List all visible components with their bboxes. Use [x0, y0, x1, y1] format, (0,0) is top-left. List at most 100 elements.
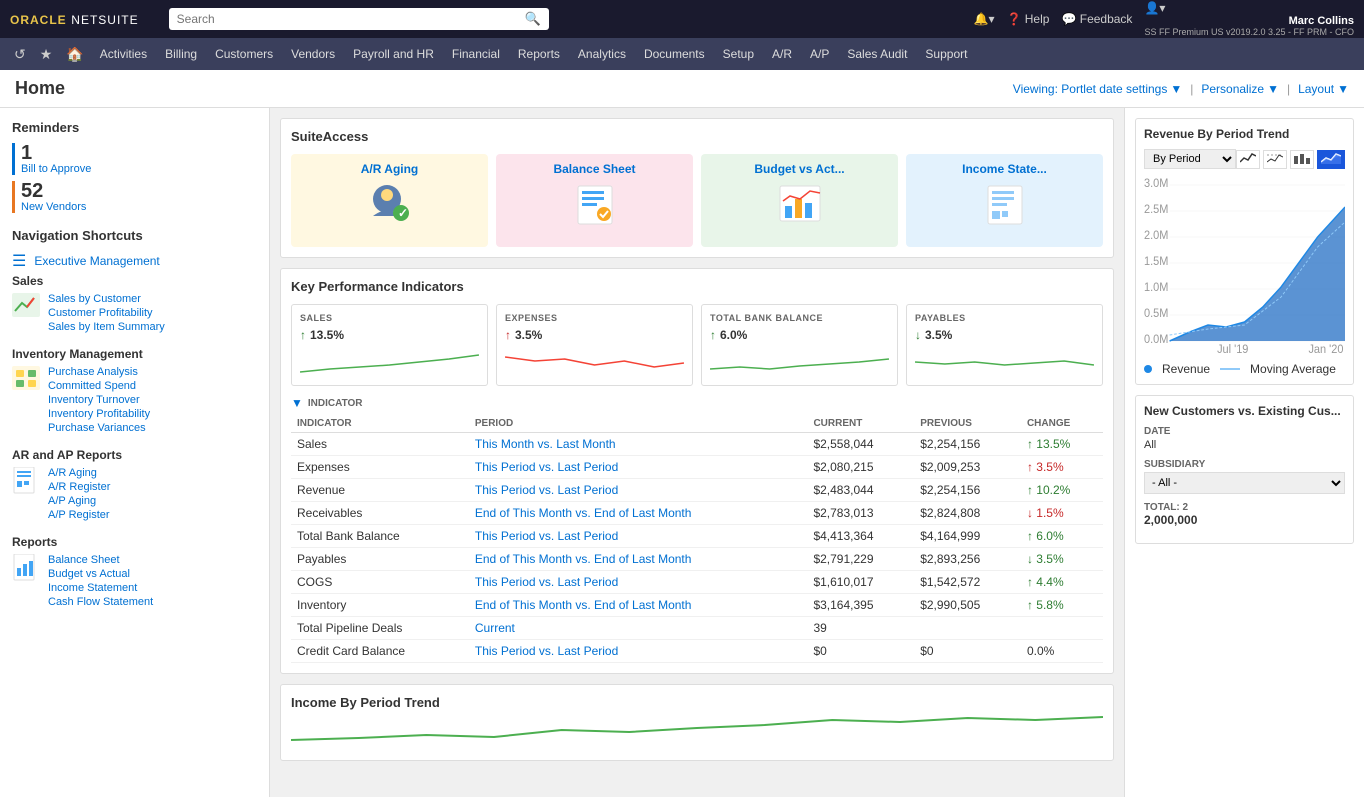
nav-sales-audit[interactable]: Sales Audit — [839, 38, 915, 70]
cash-flow-link[interactable]: Cash Flow Statement — [48, 596, 153, 608]
inventory-profitability-link[interactable]: Inventory Profitability — [48, 408, 150, 420]
income-statement-link[interactable]: Income Statement — [48, 582, 153, 594]
income-trend-section: Income By Period Trend — [280, 684, 1114, 761]
cell-period[interactable]: This Period vs. Last Period — [469, 640, 808, 663]
nav-bar: ↺ ★ 🏠 Activities Billing Customers Vendo… — [0, 38, 1364, 70]
nav-analytics[interactable]: Analytics — [570, 38, 634, 70]
exec-management-link[interactable]: ☰ Executive Management — [12, 251, 257, 271]
cell-current: $3,164,395 — [807, 594, 914, 617]
ap-aging-link[interactable]: A/P Aging — [48, 495, 110, 507]
cell-period[interactable]: End of This Month vs. End of Last Month — [469, 548, 808, 571]
svg-text:2.0M: 2.0M — [1144, 230, 1168, 243]
reminder-2-link[interactable]: New Vendors — [21, 201, 257, 213]
history-icon[interactable]: ↺ — [8, 46, 32, 63]
reminder-1-link[interactable]: Bill to Approve — [21, 163, 257, 175]
svg-text:Jan '20: Jan '20 — [1308, 344, 1343, 357]
suite-cards: A/R Aging ✓ Balance Sheet — [291, 154, 1103, 247]
cell-period[interactable]: End of This Month vs. End of Last Month — [469, 502, 808, 525]
kpi-section: Key Performance Indicators SALES ↑ 13.5% — [280, 268, 1114, 674]
ar-aging-link[interactable]: A/R Aging — [48, 467, 110, 479]
home-icon[interactable]: 🏠 — [60, 46, 89, 63]
purchase-variances-link[interactable]: Purchase Variances — [48, 422, 150, 434]
user-menu[interactable]: 👤▾ Marc Collins SS FF Premium US v2019.2… — [1144, 1, 1354, 37]
expenses-sparkline — [505, 347, 684, 377]
favorites-icon[interactable]: ★ — [34, 46, 59, 63]
nav-activities[interactable]: Activities — [92, 38, 155, 70]
cell-period[interactable]: This Period vs. Last Period — [469, 456, 808, 479]
help-link[interactable]: ❓ Help — [1006, 12, 1049, 26]
nav-vendors[interactable]: Vendors — [283, 38, 343, 70]
nav-support[interactable]: Support — [917, 38, 975, 70]
nav-ap[interactable]: A/P — [802, 38, 837, 70]
nav-documents[interactable]: Documents — [636, 38, 713, 70]
cell-current: $1,610,017 — [807, 571, 914, 594]
subsidiary-select[interactable]: - All - — [1144, 472, 1345, 494]
inventory-turnover-link[interactable]: Inventory Turnover — [48, 394, 150, 406]
suite-card-income[interactable]: Income State... — [906, 154, 1103, 247]
subsidiary-field: SUBSIDIARY - All - — [1144, 459, 1345, 494]
cell-period[interactable]: This Period vs. Last Period — [469, 571, 808, 594]
feedback-link[interactable]: 💬 Feedback — [1061, 12, 1132, 26]
area-chart-icon[interactable] — [1236, 150, 1260, 169]
search-box[interactable]: 🔍 — [169, 8, 549, 30]
kpi-title: Key Performance Indicators — [291, 279, 1103, 294]
kpi-card-bank: TOTAL BANK BALANCE ↑ 6.0% — [701, 304, 898, 386]
svg-text:✓: ✓ — [398, 206, 408, 220]
nav-customers[interactable]: Customers — [207, 38, 281, 70]
ap-register-link[interactable]: A/P Register — [48, 509, 110, 521]
cell-period[interactable]: End of This Month vs. End of Last Month — [469, 594, 808, 617]
line-chart-icon[interactable] — [1263, 150, 1287, 169]
purchase-analysis-link[interactable]: Purchase Analysis — [48, 366, 150, 378]
filter-icon[interactable]: ▼ — [291, 396, 303, 410]
income-trend-chart-placeholder — [291, 710, 1103, 750]
cell-current: $2,483,044 — [807, 479, 914, 502]
cell-previous: $4,164,999 — [914, 525, 1021, 548]
balance-sheet-card-icon — [570, 181, 620, 234]
bar-chart-icon[interactable] — [1290, 150, 1314, 169]
cell-period[interactable]: Current — [469, 617, 808, 640]
table-row: Payables End of This Month vs. End of La… — [291, 548, 1103, 571]
suite-access-section: SuiteAccess A/R Aging ✓ — [280, 118, 1114, 258]
suite-card-budget[interactable]: Budget vs Act... — [701, 154, 898, 247]
layout-btn[interactable]: Layout ▼ — [1298, 82, 1349, 96]
ar-ap-icon — [12, 467, 40, 500]
expand-icon[interactable] — [1317, 150, 1345, 169]
suite-card-ar-aging[interactable]: A/R Aging ✓ — [291, 154, 488, 247]
notifications-icon[interactable]: 🔔▾ — [974, 12, 995, 26]
svg-text:2.5M: 2.5M — [1144, 204, 1168, 217]
search-input[interactable] — [177, 12, 525, 26]
cell-period[interactable]: This Period vs. Last Period — [469, 479, 808, 502]
committed-spend-link[interactable]: Committed Spend — [48, 380, 150, 392]
sales-by-customer-link[interactable]: Sales by Customer — [48, 293, 165, 305]
customer-profitability-link[interactable]: Customer Profitability — [48, 307, 165, 319]
reminder-1: 1 Bill to Approve — [12, 143, 257, 175]
nav-setup[interactable]: Setup — [715, 38, 762, 70]
nav-billing[interactable]: Billing — [157, 38, 205, 70]
sales-sparkline — [300, 347, 479, 377]
balance-sheet-link[interactable]: Balance Sheet — [48, 554, 153, 566]
personalize-btn[interactable]: Personalize ▼ — [1201, 82, 1279, 96]
period-dropdown[interactable]: By Period — [1144, 149, 1236, 169]
viewing-portlet-btn[interactable]: Viewing: Portlet date settings ▼ — [1013, 82, 1182, 96]
kpi-card-expenses: EXPENSES ↑ 3.5% — [496, 304, 693, 386]
col-indicator: INDICATOR — [291, 415, 469, 433]
cell-period[interactable]: This Month vs. Last Month — [469, 433, 808, 456]
right-panel: Revenue By Period Trend By Period — [1124, 108, 1364, 797]
suite-card-balance-sheet[interactable]: Balance Sheet — [496, 154, 693, 247]
cell-previous: $1,542,572 — [914, 571, 1021, 594]
ar-register-link[interactable]: A/R Register — [48, 481, 110, 493]
sales-by-item-link[interactable]: Sales by Item Summary — [48, 321, 165, 333]
shortcut-ar-ap: AR and AP Reports A/R Aging A/R R — [12, 448, 257, 523]
nav-ar[interactable]: A/R — [764, 38, 800, 70]
nav-payroll[interactable]: Payroll and HR — [345, 38, 442, 70]
col-current: CURRENT — [807, 415, 914, 433]
income-trend-title: Income By Period Trend — [291, 695, 1103, 710]
svg-text:3.0M: 3.0M — [1144, 178, 1168, 191]
chart-type-icons — [1236, 150, 1345, 169]
nav-financial[interactable]: Financial — [444, 38, 508, 70]
cell-previous: $0 — [914, 640, 1021, 663]
nav-reports[interactable]: Reports — [510, 38, 568, 70]
budget-vs-actual-link[interactable]: Budget vs Actual — [48, 568, 153, 580]
cell-period[interactable]: This Period vs. Last Period — [469, 525, 808, 548]
svg-text:Jul '19: Jul '19 — [1217, 344, 1248, 357]
